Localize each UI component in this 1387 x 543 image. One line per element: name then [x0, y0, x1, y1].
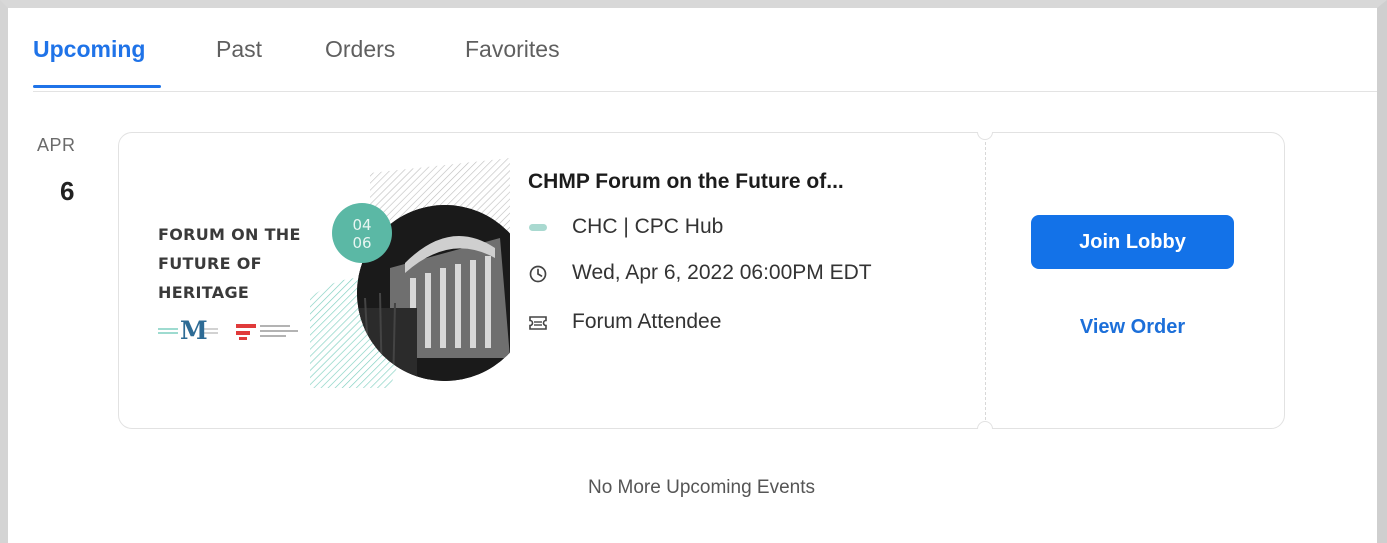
- poster-title-line: HERITAGE: [158, 283, 250, 302]
- active-tab-indicator: [33, 85, 161, 88]
- red-logo-icon: [236, 324, 256, 340]
- no-more-events-message: No More Upcoming Events: [587, 477, 816, 498]
- ticket-icon: [529, 316, 547, 330]
- tab-orders[interactable]: Orders: [325, 36, 395, 63]
- poster-date-badge-bottom: 06: [352, 234, 371, 252]
- tab-past[interactable]: Past: [216, 36, 262, 63]
- poster-date-badge-top: 04: [352, 216, 371, 234]
- event-host: CHC | CPC Hub: [572, 215, 724, 238]
- host-pill-icon: [529, 224, 547, 231]
- poster-artwork: 04 06: [310, 158, 510, 388]
- tab-upcoming[interactable]: Upcoming: [33, 36, 145, 63]
- view-order-link[interactable]: View Order: [1031, 316, 1234, 339]
- clock-icon: [529, 265, 547, 283]
- poster-sponsor-logos: M: [158, 316, 308, 346]
- event-date-day: 6: [60, 176, 75, 206]
- logo-m-letter: M: [180, 316, 208, 345]
- ticket-divider: [985, 142, 986, 420]
- join-lobby-button[interactable]: Join Lobby: [1031, 215, 1234, 269]
- poster-title-line: FORUM ON THE: [158, 225, 301, 244]
- poster-title: FORUM ON THE FUTURE OF HERITAGE: [158, 220, 301, 307]
- event-poster[interactable]: FORUM ON THE FUTURE OF HERITAGE 04 06 M: [140, 158, 510, 388]
- event-datetime: Wed, Apr 6, 2022 06:00PM EDT: [572, 261, 872, 284]
- event-ticket-type: Forum Attendee: [572, 310, 722, 333]
- sponsor-text-logo: [260, 325, 298, 337]
- poster-title-line: FUTURE OF: [158, 254, 262, 273]
- event-date-month: APR: [37, 135, 76, 155]
- tab-bar: Upcoming Past Orders Favorites: [33, 30, 1377, 92]
- event-title[interactable]: CHMP Forum on the Future of...: [528, 170, 844, 194]
- tab-favorites[interactable]: Favorites: [465, 36, 560, 63]
